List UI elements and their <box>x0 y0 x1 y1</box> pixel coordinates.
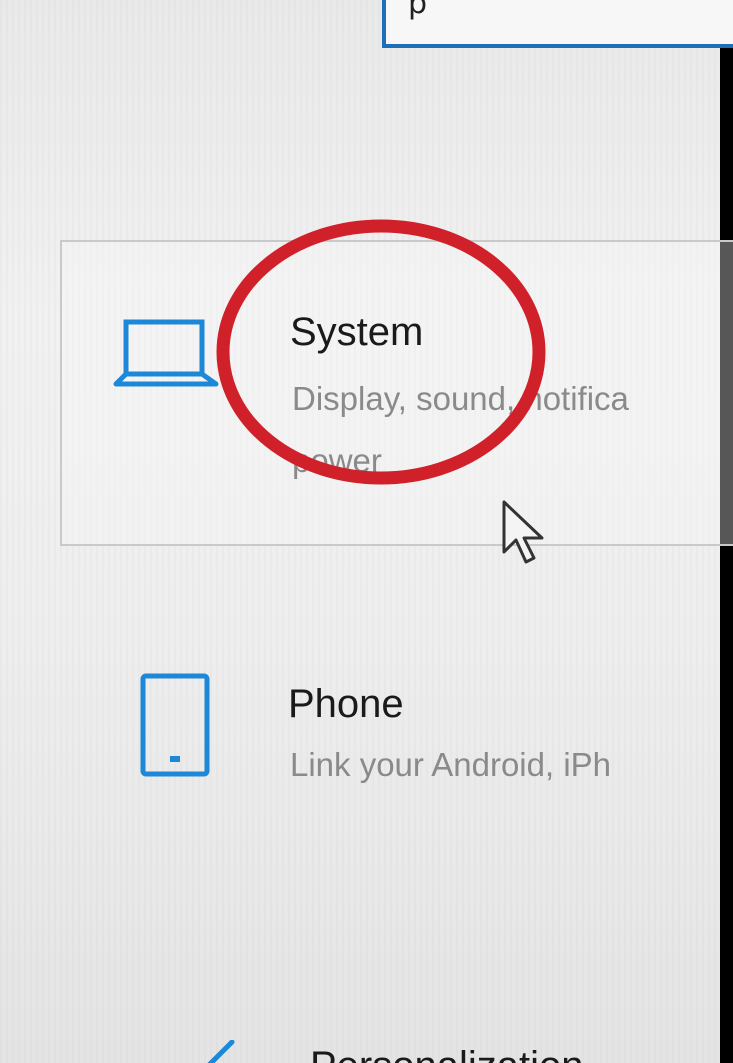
photo-viewport: p System Display, sound, notifica power … <box>0 0 733 1063</box>
mouse-pointer-icon <box>502 500 544 564</box>
laptop-icon <box>113 319 219 387</box>
settings-tile-phone[interactable]: Phone Link your Android, iPh <box>60 610 733 850</box>
tile-description: Link your Android, iPh <box>290 746 612 783</box>
tile-description: Display, sound, notifica <box>292 380 629 417</box>
search-input[interactable]: p <box>382 0 733 48</box>
tile-title: System <box>290 310 424 354</box>
tile-title: Phone <box>288 682 404 726</box>
settings-window: p System Display, sound, notifica power … <box>0 0 733 1063</box>
settings-tile-personalization[interactable]: Personalization <box>60 1000 733 1063</box>
tile-title: Personalization <box>310 1044 584 1063</box>
tile-description-continued: power <box>292 442 382 479</box>
pen-icon <box>207 1040 235 1063</box>
settings-tile-system[interactable]: System Display, sound, notifica power <box>60 240 733 546</box>
search-input-value: p <box>408 0 428 21</box>
phone-icon <box>140 673 210 777</box>
